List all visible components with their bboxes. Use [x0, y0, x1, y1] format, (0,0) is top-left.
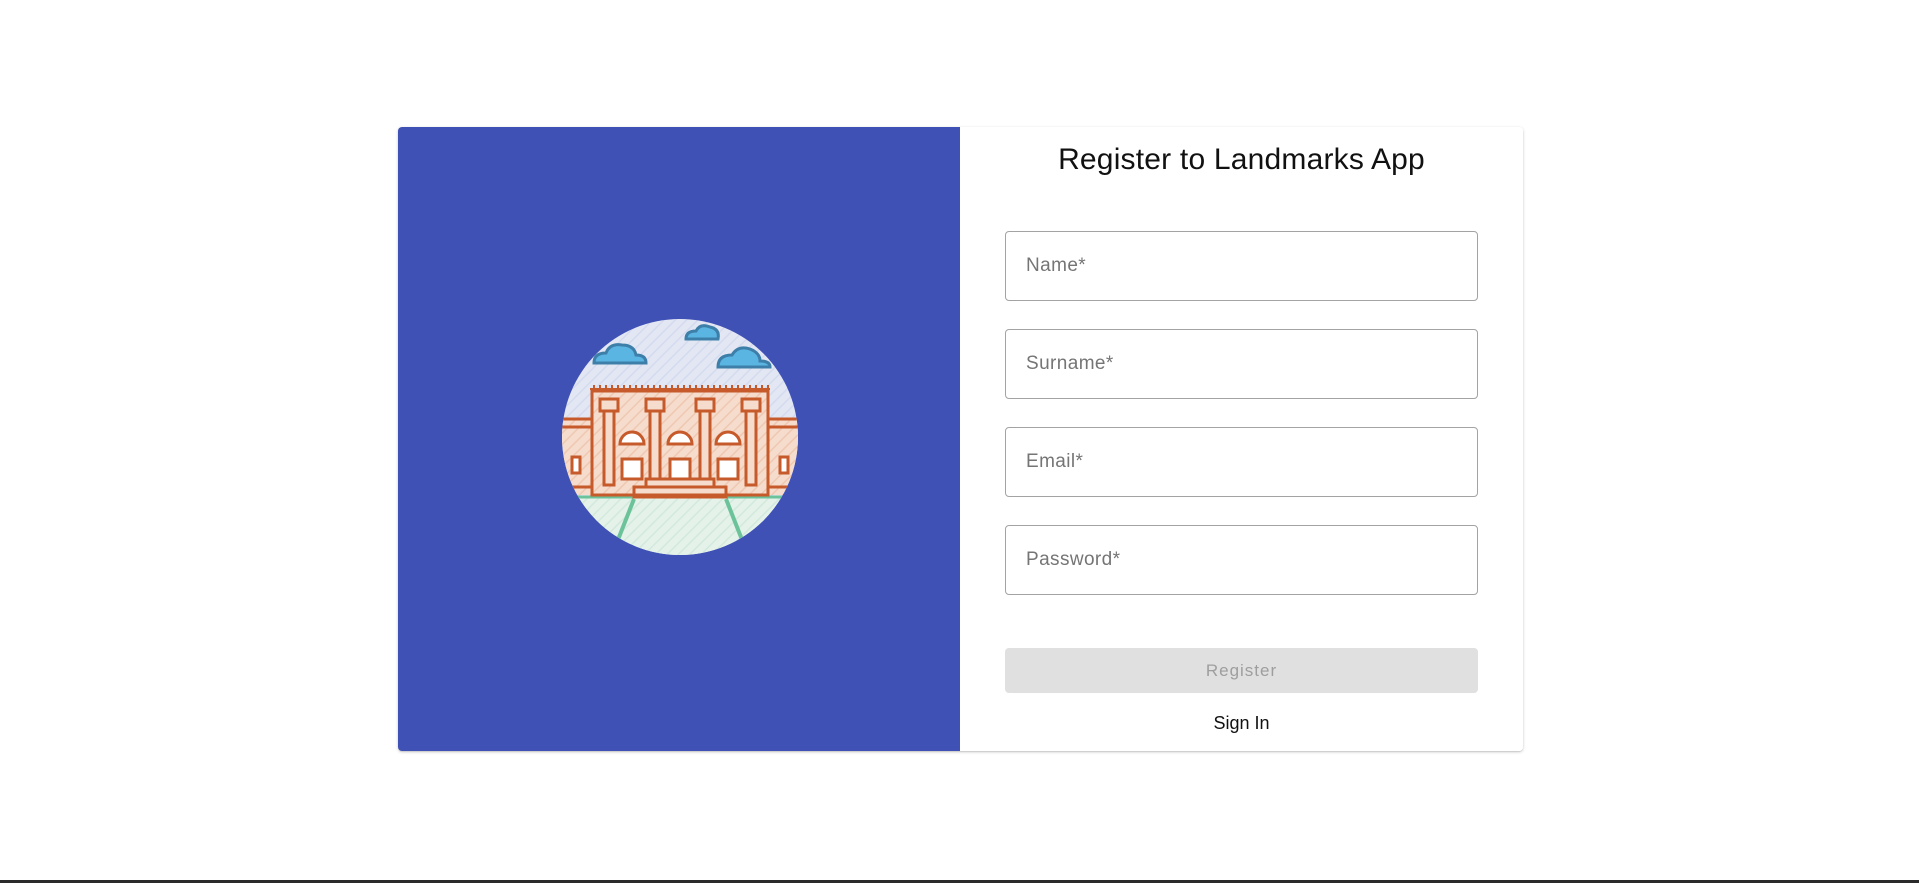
- password-input[interactable]: [1006, 526, 1477, 594]
- register-button[interactable]: Register: [1005, 648, 1478, 693]
- register-card: Register to Landmarks App Register Sign …: [398, 127, 1523, 751]
- email-input[interactable]: [1006, 428, 1477, 496]
- landmark-building-icon: [562, 319, 798, 555]
- page: Register to Landmarks App Register Sign …: [0, 0, 1919, 883]
- form-title: Register to Landmarks App: [1058, 143, 1425, 176]
- email-field-wrapper: [1005, 427, 1478, 497]
- name-field-wrapper: [1005, 231, 1478, 301]
- surname-input[interactable]: [1006, 330, 1477, 398]
- surname-field-wrapper: [1005, 329, 1478, 399]
- register-form: Register to Landmarks App Register Sign …: [960, 127, 1523, 751]
- hero-panel: [398, 127, 960, 751]
- password-field-wrapper: [1005, 525, 1478, 595]
- sign-in-link[interactable]: Sign In: [960, 713, 1523, 734]
- name-input[interactable]: [1006, 232, 1477, 300]
